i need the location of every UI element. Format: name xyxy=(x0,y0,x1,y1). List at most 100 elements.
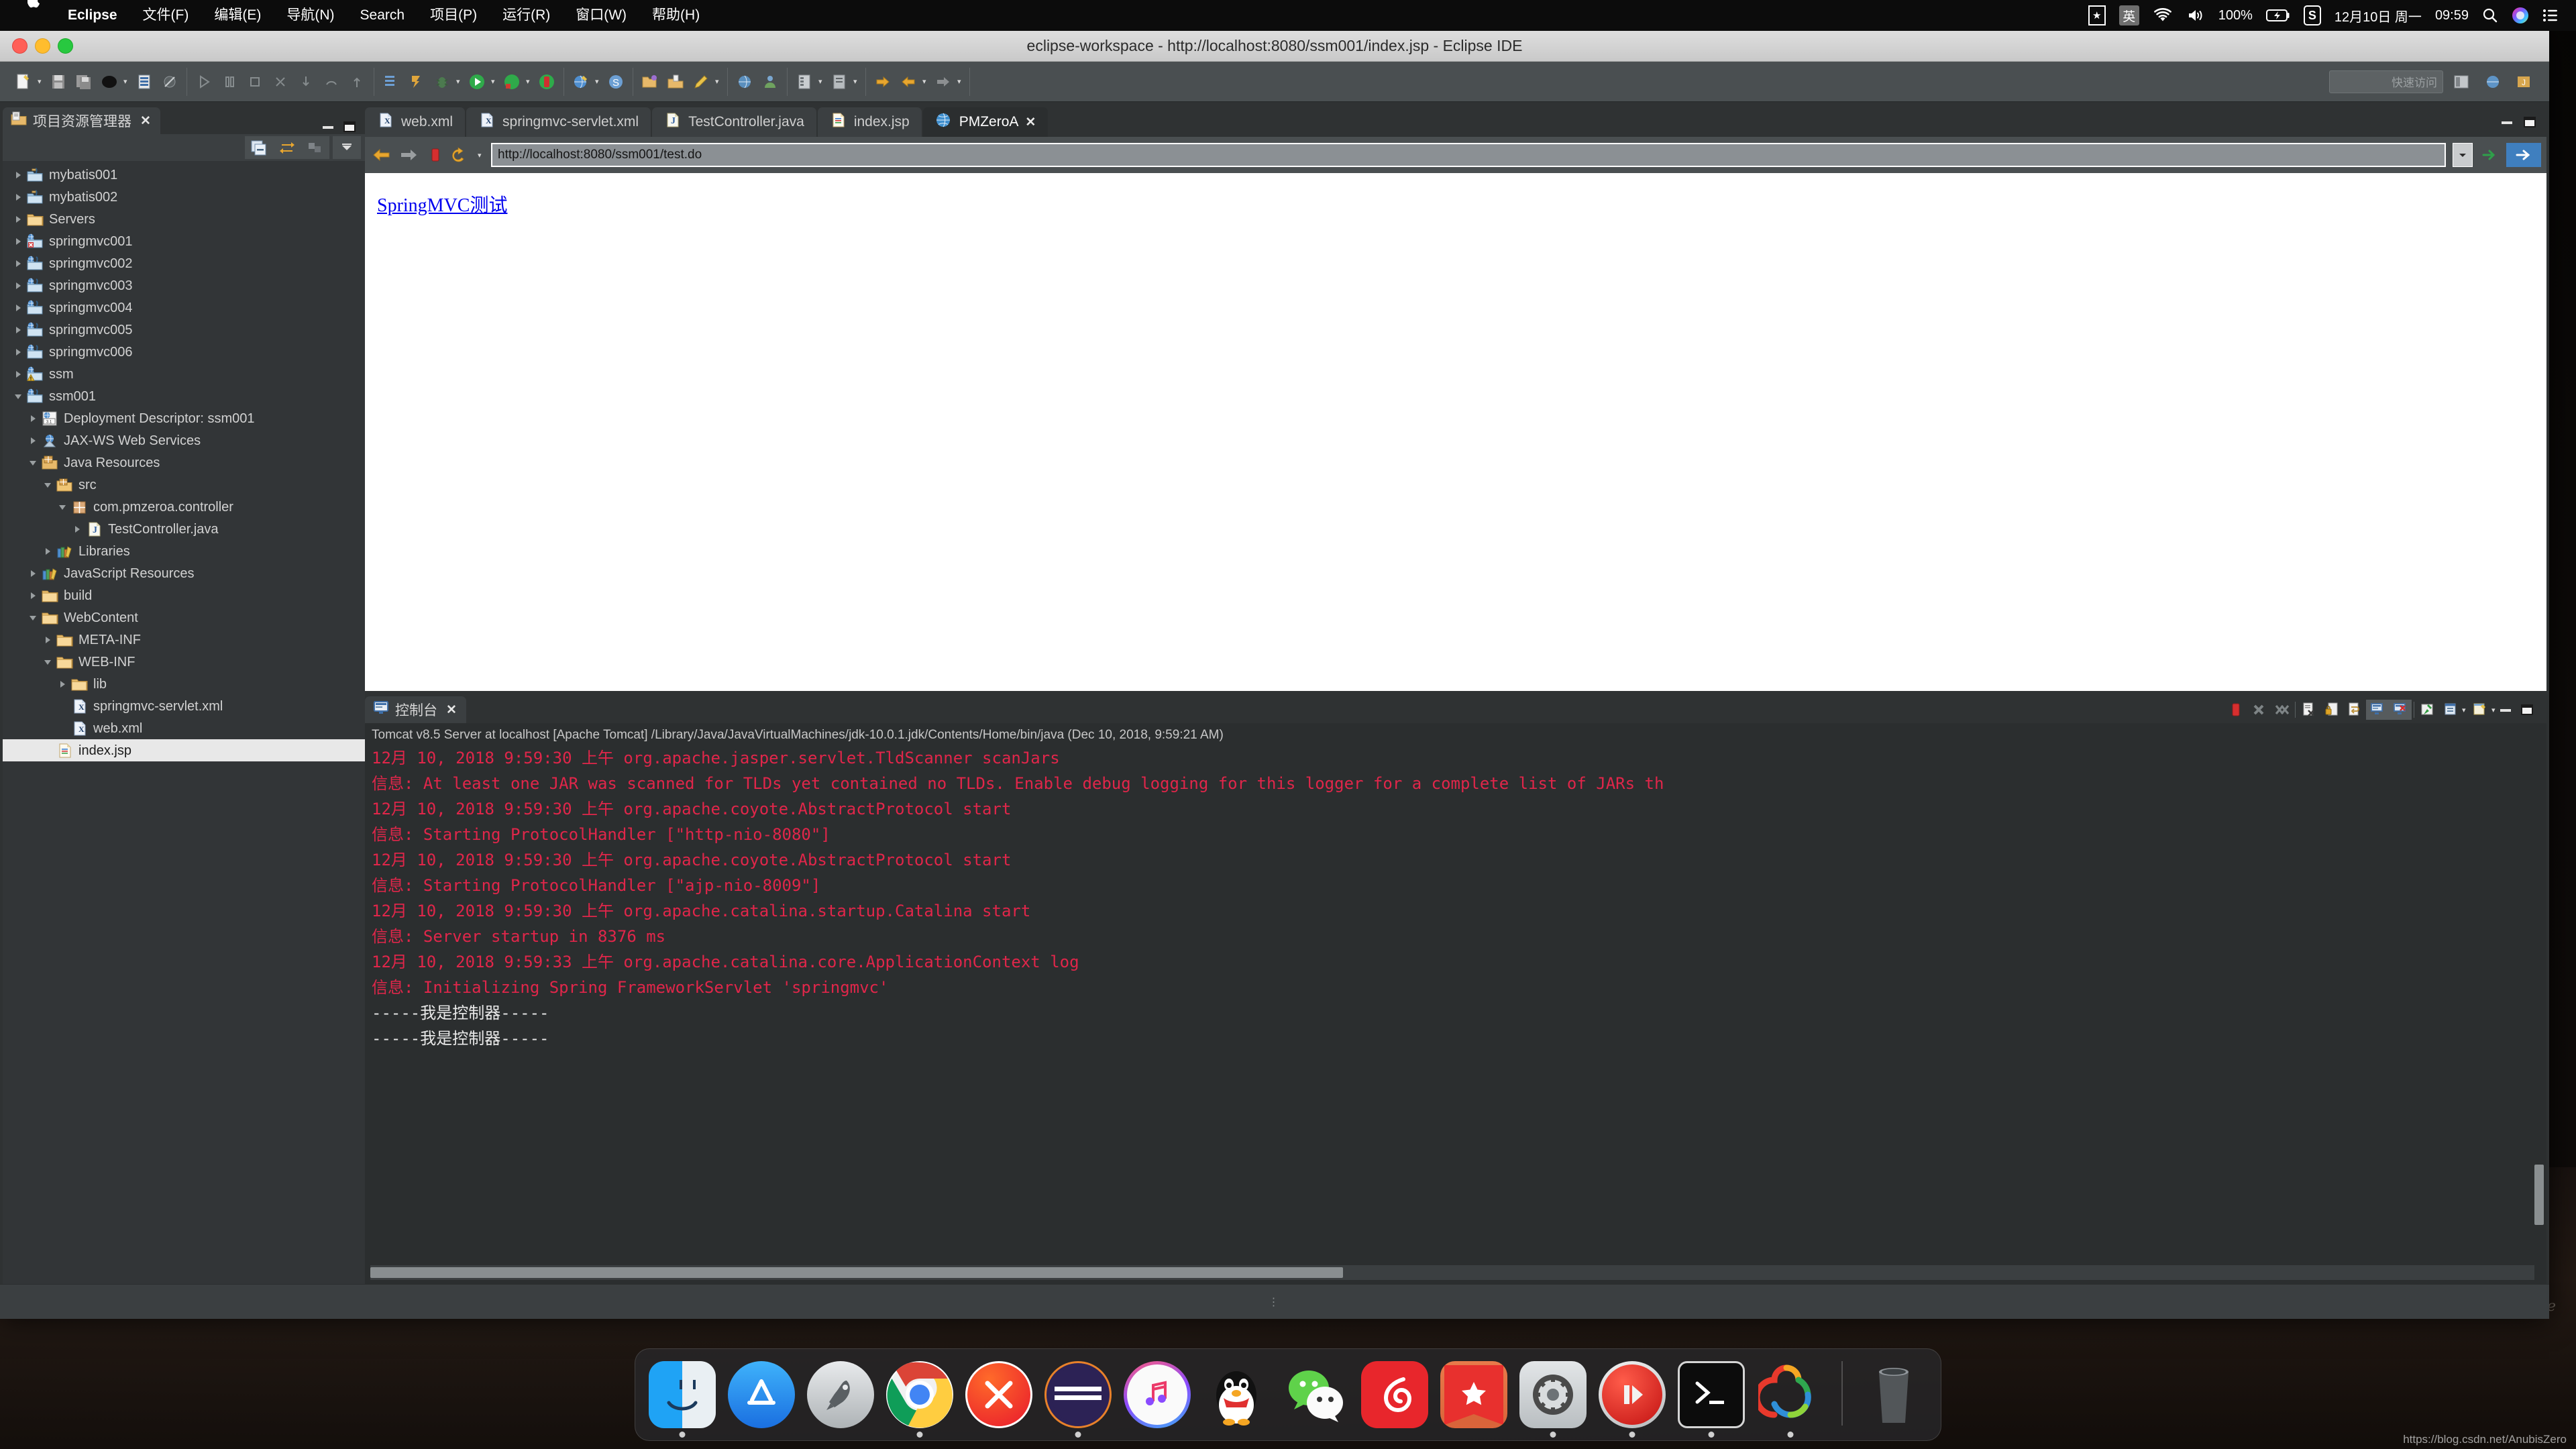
next-annotation-icon[interactable] xyxy=(871,70,894,93)
stop-server-icon[interactable] xyxy=(535,70,558,93)
step-return-icon[interactable] xyxy=(345,70,368,93)
lock-scroll-icon[interactable] xyxy=(2320,700,2343,720)
apple-menu-icon[interactable] xyxy=(15,0,55,40)
skip-breakpoints-icon[interactable] xyxy=(380,70,402,93)
dock-item-itunes[interactable] xyxy=(1122,1360,1192,1430)
url-go-button[interactable] xyxy=(2506,143,2541,167)
step-into-icon[interactable] xyxy=(294,70,317,93)
dock-item-finder[interactable] xyxy=(647,1360,717,1438)
menu-navigate[interactable]: 导航(N) xyxy=(274,0,347,31)
dock-item-app-store[interactable] xyxy=(727,1360,796,1430)
minimize-window-button[interactable] xyxy=(35,38,50,54)
link-with-editor-icon[interactable] xyxy=(273,136,301,159)
disconnect-icon[interactable] xyxy=(269,70,292,93)
browser-url-input[interactable]: http://localhost:8080/ssm001/test.do xyxy=(491,143,2446,167)
input-method-icon[interactable]: 英 xyxy=(2118,5,2139,25)
annotation-dropdown[interactable]: ▾ xyxy=(922,77,929,86)
battery-charging-icon[interactable] xyxy=(2265,9,2290,22)
open-type-icon[interactable] xyxy=(133,70,156,93)
new-jsp-dropdown[interactable]: ▾ xyxy=(595,77,602,86)
search-globe-icon[interactable] xyxy=(733,70,756,93)
show-console-on-error-icon[interactable] xyxy=(2389,700,2412,720)
chevron-down-icon[interactable] xyxy=(25,451,40,474)
word-wrap-icon[interactable] xyxy=(2343,700,2366,720)
chevron-right-icon[interactable] xyxy=(70,518,85,540)
sogou-icon[interactable]: S xyxy=(2303,5,2321,25)
save-icon[interactable] xyxy=(47,70,70,93)
tree-item-springmvc002[interactable]: springmvc002 xyxy=(3,252,365,274)
pin-console-icon[interactable] xyxy=(2416,700,2439,720)
stop-icon[interactable] xyxy=(424,144,447,166)
editor-tab-testcontroller-java[interactable]: J TestController.java xyxy=(652,107,816,137)
url-go-arrow-icon[interactable] xyxy=(2478,144,2501,166)
menu-window[interactable]: 窗口(W) xyxy=(563,0,639,31)
editor-tab-springmvc-servlet-xml[interactable]: Xspringmvc-servlet.xml xyxy=(466,107,651,137)
debug-dropdown[interactable]: ▾ xyxy=(456,77,463,86)
edit-pencil-icon[interactable] xyxy=(690,70,712,93)
tree-item-com-pmzeroa-controller[interactable]: com.pmzeroa.controller xyxy=(3,496,365,518)
project-dropdown[interactable]: ▾ xyxy=(715,77,722,86)
chevron-right-icon[interactable] xyxy=(25,584,40,606)
editor-tab-pmzeroa[interactable]: PMZeroA ✕ xyxy=(922,107,1049,137)
tree-item-java-resources[interactable]: Java Resources xyxy=(3,451,365,474)
project-tree[interactable]: mybatis001 mybatis002 Servers springmvc001 s… xyxy=(3,161,365,1284)
dock-item-xmind[interactable] xyxy=(964,1360,1034,1430)
tree-item-springmvc-servlet-xml[interactable]: Xspringmvc-servlet.xml xyxy=(3,695,365,717)
tree-item-src[interactable]: src xyxy=(3,474,365,496)
menu-eclipse[interactable]: Eclipse xyxy=(55,0,130,31)
minimize-icon[interactable] xyxy=(2498,702,2513,717)
dock-item-netease-music[interactable] xyxy=(1360,1360,1430,1430)
perspective-java-button[interactable]: J xyxy=(2512,70,2536,93)
tree-item-libraries[interactable]: Libraries xyxy=(3,540,365,562)
tree-item-springmvc006[interactable]: springmvc006 xyxy=(3,341,365,363)
editor-tab-close-icon[interactable]: ✕ xyxy=(1025,115,1036,130)
chevron-right-icon[interactable] xyxy=(55,673,70,695)
console-horizontal-scrollbar[interactable] xyxy=(370,1265,2534,1280)
open-perspective-button[interactable] xyxy=(2450,70,2474,93)
print-dropdown[interactable]: ▾ xyxy=(123,77,130,86)
dock-item-wunderlist[interactable] xyxy=(1439,1360,1509,1430)
tree-item-webcontent[interactable]: WebContent xyxy=(3,606,365,629)
tree-item-web-xml[interactable]: Xweb.xml xyxy=(3,717,365,739)
console-vertical-scrollbar[interactable] xyxy=(2533,745,2545,1265)
scrollbar-thumb[interactable] xyxy=(2534,1165,2544,1225)
springmvc-test-link[interactable]: SpringMVC测试 xyxy=(377,195,507,216)
chevron-right-icon[interactable] xyxy=(11,341,25,363)
print-preview-icon[interactable] xyxy=(98,70,121,93)
minimize-icon[interactable] xyxy=(321,119,335,134)
tree-item-springmvc003[interactable]: springmvc003 xyxy=(3,274,365,297)
display-selected-console-icon[interactable] xyxy=(2439,700,2462,720)
siri-icon[interactable] xyxy=(2512,7,2529,24)
new-wizard-dropdown[interactable]: ▾ xyxy=(38,77,44,86)
chevron-right-icon[interactable] xyxy=(11,274,25,297)
chevron-right-icon[interactable] xyxy=(11,319,25,341)
back-icon[interactable] xyxy=(370,144,393,166)
chevron-down-icon[interactable] xyxy=(55,496,70,518)
volume-icon[interactable] xyxy=(2186,8,2205,23)
chevron-right-icon[interactable] xyxy=(11,164,25,186)
chevron-right-icon[interactable] xyxy=(11,252,25,274)
run-external-tools-icon[interactable] xyxy=(500,70,523,93)
tree-item-springmvc004[interactable]: springmvc004 xyxy=(3,297,365,319)
open-console-dropdown[interactable]: ▾ xyxy=(2491,706,2498,714)
tree-item-index-jsp[interactable]: index.jsp xyxy=(3,739,365,761)
export-icon[interactable] xyxy=(664,70,687,93)
tree-item-servers[interactable]: Servers xyxy=(3,208,365,230)
maximize-window-button[interactable] xyxy=(58,38,73,54)
chevron-right-icon[interactable] xyxy=(25,407,40,429)
remove-launch-icon[interactable] xyxy=(2247,700,2270,720)
spotlight-search-icon[interactable] xyxy=(2482,7,2498,23)
chevron-down-icon[interactable] xyxy=(11,385,25,407)
chevron-right-icon[interactable] xyxy=(11,363,25,385)
tab-project-explorer[interactable]: 项目资源管理器 ✕ xyxy=(3,107,160,134)
remove-all-launches-icon[interactable] xyxy=(2270,700,2293,720)
chevron-down-icon[interactable] xyxy=(40,651,55,673)
open-console-icon[interactable] xyxy=(2469,700,2491,720)
chevron-down-icon[interactable] xyxy=(40,474,55,496)
show-console-on-output-icon[interactable] xyxy=(2366,700,2389,720)
project-explorer-close-icon[interactable]: ✕ xyxy=(140,113,151,129)
clear-console-icon[interactable] xyxy=(2298,700,2320,720)
dock-item-google-chrome[interactable] xyxy=(885,1360,955,1438)
view-menu-icon[interactable] xyxy=(333,136,361,159)
chevron-right-icon[interactable] xyxy=(11,208,25,230)
